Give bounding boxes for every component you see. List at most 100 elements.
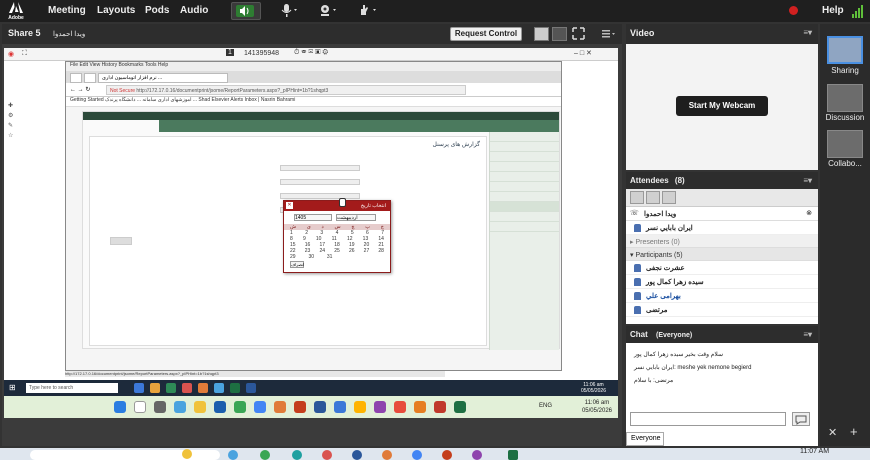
taskbar-app-icon[interactable] (374, 401, 386, 413)
side-row[interactable] (490, 142, 559, 152)
request-control-button[interactable]: Request Control (450, 27, 522, 41)
layout-discussion-thumb[interactable] (827, 84, 863, 112)
taskbar-app-icon[interactable] (228, 450, 238, 460)
menu-pods[interactable]: Pods (145, 5, 169, 16)
participant-row[interactable]: عشرت نجفی (626, 261, 818, 275)
day-cell[interactable]: 26 (349, 248, 355, 254)
side-row[interactable] (490, 152, 559, 162)
browser-tab-icon-2[interactable] (84, 73, 96, 83)
report-button[interactable] (110, 237, 132, 245)
camera-button[interactable] (314, 2, 342, 20)
side-row[interactable] (490, 162, 559, 172)
taskbar-app-icon[interactable] (334, 401, 346, 413)
clear-status-icon[interactable]: ⊗ (806, 209, 812, 217)
taskbar-app-icon[interactable] (166, 383, 176, 393)
remote-search-input[interactable]: Type here to search (26, 383, 118, 393)
windows-start-icon[interactable] (114, 401, 126, 413)
day-cell[interactable]: 31 (327, 254, 333, 260)
menu-audio[interactable]: Audio (180, 5, 208, 16)
window-controls-icon[interactable]: – □ ✕ (574, 49, 592, 57)
chrome-icon[interactable] (412, 450, 422, 460)
menu-layouts[interactable]: Layouts (97, 5, 135, 16)
microphone-button[interactable] (275, 2, 303, 20)
layout-sharing-thumb[interactable] (827, 36, 863, 64)
fullscreen-icon[interactable] (572, 27, 585, 40)
word-icon[interactable] (314, 401, 326, 413)
excel-icon[interactable] (230, 383, 240, 393)
chat-send-button[interactable] (792, 412, 810, 426)
acrobat-icon[interactable] (434, 401, 446, 413)
side-row[interactable] (490, 222, 559, 232)
day-cell[interactable]: 27 (364, 248, 370, 254)
expand-icon[interactable]: ⛶ (22, 50, 27, 58)
view-full-button[interactable] (552, 27, 567, 41)
search-icon[interactable] (134, 401, 146, 413)
taskbar-app-icon[interactable] (354, 401, 366, 413)
chrome-icon[interactable] (254, 401, 266, 413)
chat-tab-everyone[interactable]: Everyone (626, 432, 664, 446)
start-webcam-button[interactable]: Start My Webcam (676, 96, 768, 116)
excel-icon[interactable] (454, 401, 466, 413)
raise-hand-button[interactable] (354, 2, 382, 20)
side-row[interactable] (490, 182, 559, 192)
side-tool-icons[interactable]: ✚ ⚙ ✎ ☆ (8, 101, 16, 141)
day-cell[interactable]: 25 (334, 248, 340, 254)
layout-sharing-label[interactable]: Sharing (820, 66, 870, 75)
side-row[interactable] (490, 192, 559, 202)
add-layout-icon[interactable]: + (850, 424, 858, 439)
taskbar-app-icon[interactable] (182, 383, 192, 393)
url-field[interactable]: Not Secure http://172.17.0.16/documentpr… (106, 85, 466, 95)
taskbar-app-icon[interactable] (352, 450, 362, 460)
layout-collaboration-thumb[interactable] (827, 130, 863, 158)
date-to-field[interactable] (280, 179, 360, 185)
date-picker-cancel-button[interactable]: انصراف (290, 261, 304, 268)
participant-row[interactable]: بهرامى علي (626, 289, 818, 303)
taskbar-app-icon[interactable] (472, 450, 482, 460)
my-status-row[interactable]: ☏ ويدا احمدوا ⊗ (626, 207, 818, 221)
firefox-icon[interactable] (198, 383, 208, 393)
year-select[interactable]: 1405 (294, 214, 332, 221)
filter-field[interactable] (280, 193, 360, 199)
file-explorer-icon[interactable] (194, 401, 206, 413)
side-row-active[interactable] (490, 202, 559, 212)
taskbar-app-icon[interactable] (214, 401, 226, 413)
excel-icon[interactable] (508, 450, 518, 460)
taskbar-app-icon[interactable] (234, 401, 246, 413)
month-select[interactable]: اردیبهشت (336, 214, 376, 221)
participants-section[interactable]: ▾ Participants (5) (626, 248, 818, 261)
day-cell[interactable]: 24 (319, 248, 325, 254)
list-view-icon[interactable] (630, 191, 644, 204)
taskbar-app-icon[interactable] (382, 450, 392, 460)
taskbar-app-icon[interactable] (394, 401, 406, 413)
firefox-icon[interactable] (274, 401, 286, 413)
side-row[interactable] (490, 172, 559, 182)
participant-row[interactable]: سيده زهرا کمال پور (626, 275, 818, 289)
layout-collaboration-label[interactable]: Collabo... (820, 159, 870, 168)
host-row[interactable]: ايران بابايي نسر (626, 221, 818, 235)
pod-options-icon[interactable]: ≡▾ (803, 330, 812, 339)
day-cell[interactable]: 28 (378, 248, 384, 254)
pod-options-icon[interactable]: ≡▾ (803, 28, 812, 37)
browser-tab-icon[interactable] (70, 73, 82, 83)
session-tools-icon[interactable]: ⏱ ☎ ✉ ▣ ⚙ (294, 49, 328, 57)
view-fit-button[interactable] (534, 27, 549, 41)
breakout-icon[interactable] (646, 191, 660, 204)
taskbar-app-icon[interactable] (442, 450, 452, 460)
day-cell[interactable]: 29 (290, 254, 296, 260)
date-from-field[interactable] (280, 165, 360, 171)
taskbar-app-icon[interactable] (260, 450, 270, 460)
layout-discussion-label[interactable]: Discussion (820, 113, 870, 122)
nav-arrows-icon[interactable]: ← → ↻ (70, 86, 90, 93)
tools-icon[interactable]: ✕ (828, 426, 837, 439)
bookmarks-bar[interactable]: Getting Started آموزشهای اداری سامانه ..… (66, 97, 561, 107)
word-icon[interactable] (246, 383, 256, 393)
browser-tab-active[interactable]: نرم افزار اتوماسیون اداری ... (98, 73, 228, 83)
taskbar-app-icon[interactable] (292, 450, 302, 460)
language-indicator[interactable]: ENG (539, 403, 552, 409)
powerpoint-icon[interactable] (294, 401, 306, 413)
pod-options-icon[interactable]: ≡▾ (803, 176, 812, 185)
taskbar-app-icon[interactable] (414, 401, 426, 413)
side-row[interactable] (490, 212, 559, 222)
speaker-button[interactable] (231, 2, 261, 20)
chat-input[interactable] (630, 412, 786, 426)
